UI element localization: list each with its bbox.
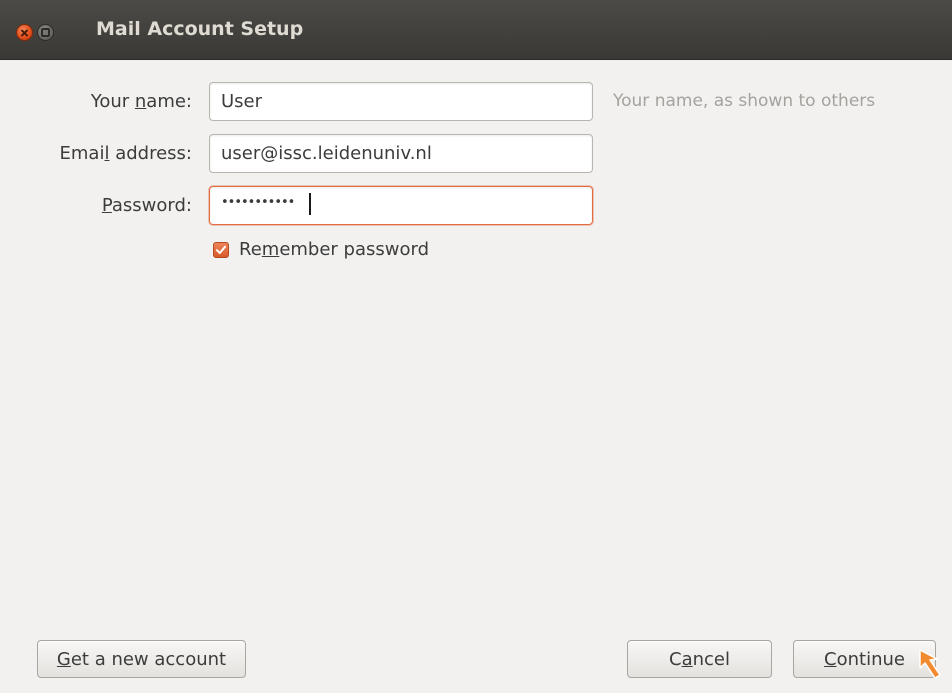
- mouse-pointer-icon: [919, 649, 941, 679]
- minimize-window-icon[interactable]: [37, 24, 54, 41]
- remember-password-checkbox[interactable]: [213, 242, 229, 258]
- title-bar: Mail Account Setup: [0, 0, 952, 60]
- checkmark-icon: [216, 245, 226, 254]
- password-mask: •••••••••••: [221, 195, 295, 210]
- password-label: Password:: [101, 195, 192, 216]
- remember-password-label[interactable]: Remember password: [239, 239, 429, 260]
- window-title: Mail Account Setup: [96, 18, 304, 40]
- text-caret: [309, 193, 311, 215]
- continue-button[interactable]: Continue: [793, 640, 936, 678]
- email-label: Email address:: [59, 143, 192, 164]
- get-new-account-button[interactable]: Get a new account: [37, 640, 246, 678]
- name-label: Your name:: [90, 91, 192, 112]
- email-input[interactable]: [209, 134, 593, 173]
- close-window-icon[interactable]: [16, 24, 33, 41]
- name-input[interactable]: [209, 82, 593, 121]
- cancel-button[interactable]: Ca ncel: [627, 640, 772, 678]
- name-hint: Your name, as shown to others: [613, 91, 876, 111]
